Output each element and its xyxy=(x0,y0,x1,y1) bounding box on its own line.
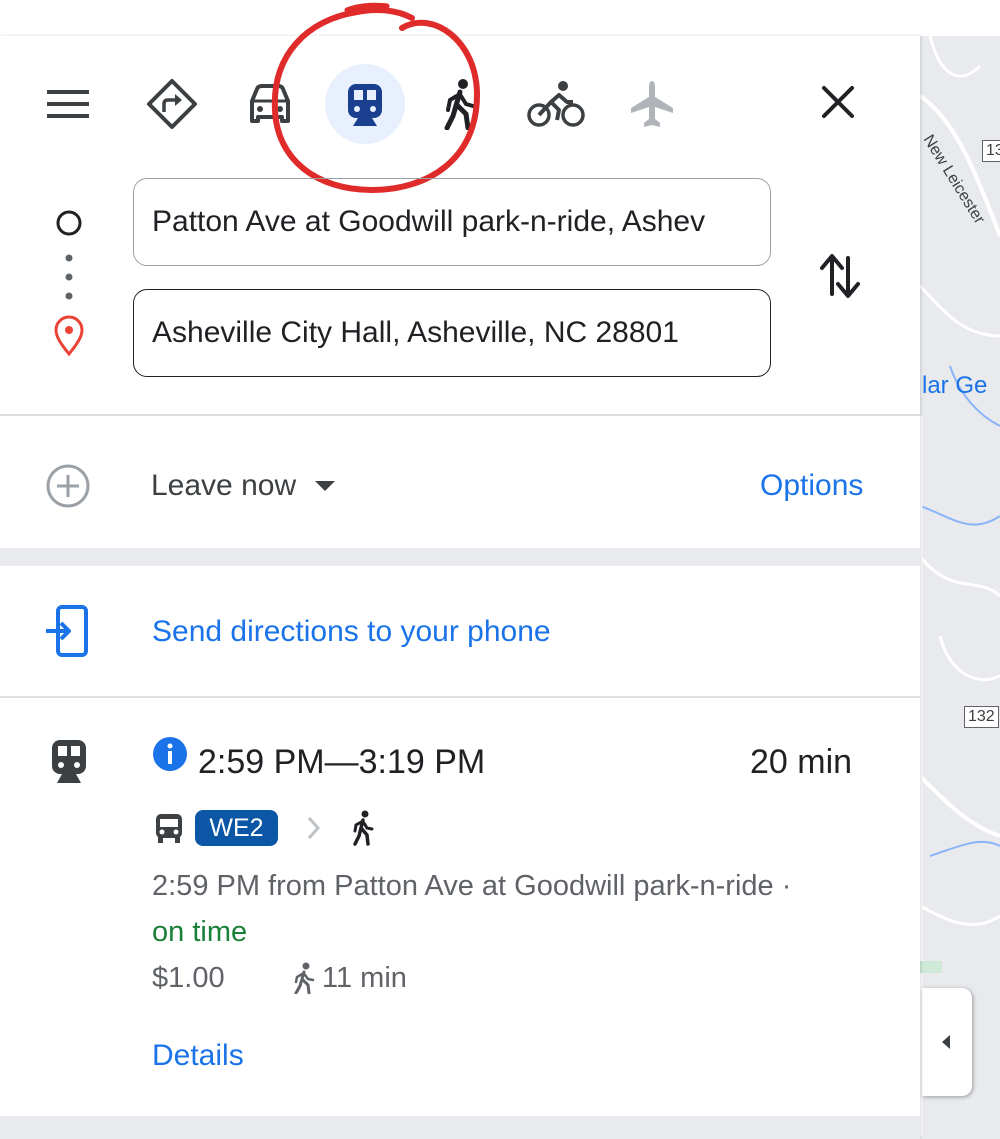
leave-time-label: Leave now xyxy=(151,469,297,502)
destination-pin-icon xyxy=(54,315,84,356)
status-on-time: on time xyxy=(152,916,248,948)
info-icon[interactable] xyxy=(152,736,188,772)
route-duration: 20 min xyxy=(750,743,853,781)
route-shield: 132 xyxy=(964,706,999,728)
caret-left-icon xyxy=(942,1035,950,1049)
send-to-phone-row[interactable]: Send directions to your phone xyxy=(0,566,920,696)
caret-down-icon xyxy=(315,481,336,491)
annotation-circle-icon xyxy=(271,2,481,194)
bottom-divider xyxy=(0,1116,920,1139)
swap-vertical-icon xyxy=(820,254,860,298)
send-to-phone-label: Send directions to your phone xyxy=(152,615,551,648)
hamburger-icon xyxy=(47,90,89,118)
collapse-panel-button[interactable] xyxy=(922,988,972,1096)
details-link[interactable]: Details xyxy=(152,1036,244,1076)
mode-best-route-button[interactable] xyxy=(132,64,212,144)
origin-input[interactable]: Patton Ave at Goodwill park-n-ride, Ashe… xyxy=(133,178,771,266)
menu-button[interactable] xyxy=(42,84,94,124)
walk-time: 11 min xyxy=(322,962,407,994)
walking-small-icon xyxy=(353,810,374,846)
place-label: lar Ge xyxy=(922,372,988,399)
section-divider xyxy=(0,548,920,566)
route-time-range: 2:59 PM—3:19 PM xyxy=(198,743,486,781)
bicycle-icon xyxy=(527,81,585,127)
bus-line-badge: WE2 xyxy=(195,810,278,846)
swap-button[interactable] xyxy=(814,248,866,304)
map-view[interactable]: New Leicester 13 lar Ge 132 xyxy=(920,36,1000,1139)
airplane-icon xyxy=(631,81,673,127)
header-divider xyxy=(0,414,920,416)
bus-icon xyxy=(156,814,182,843)
fare: $1.00 xyxy=(152,962,225,994)
add-destination-button[interactable] xyxy=(44,462,92,510)
directions-diamond-icon xyxy=(147,79,197,129)
add-circle-icon xyxy=(46,464,90,508)
leave-time-dropdown[interactable]: Leave now xyxy=(151,466,336,506)
origin-circle-icon xyxy=(56,210,82,236)
chevron-right-icon xyxy=(307,816,321,840)
send-to-phone-icon xyxy=(46,605,88,657)
close-directions-button[interactable] xyxy=(810,80,866,128)
destination-input[interactable]: Asheville City Hall, Asheville, NC 28801 xyxy=(133,289,771,377)
transit-route-icon xyxy=(52,740,86,783)
mode-cycling-button[interactable] xyxy=(516,64,596,144)
departure-text: 2:59 PM from Patton Ave at Goodwill park… xyxy=(152,870,792,902)
route-markers xyxy=(54,210,84,356)
walking-small-icon xyxy=(294,962,315,994)
close-icon xyxy=(822,86,854,118)
route-shield: 13 xyxy=(982,140,1000,162)
options-link[interactable]: Options xyxy=(760,466,863,506)
mode-flights-button[interactable] xyxy=(612,64,692,144)
